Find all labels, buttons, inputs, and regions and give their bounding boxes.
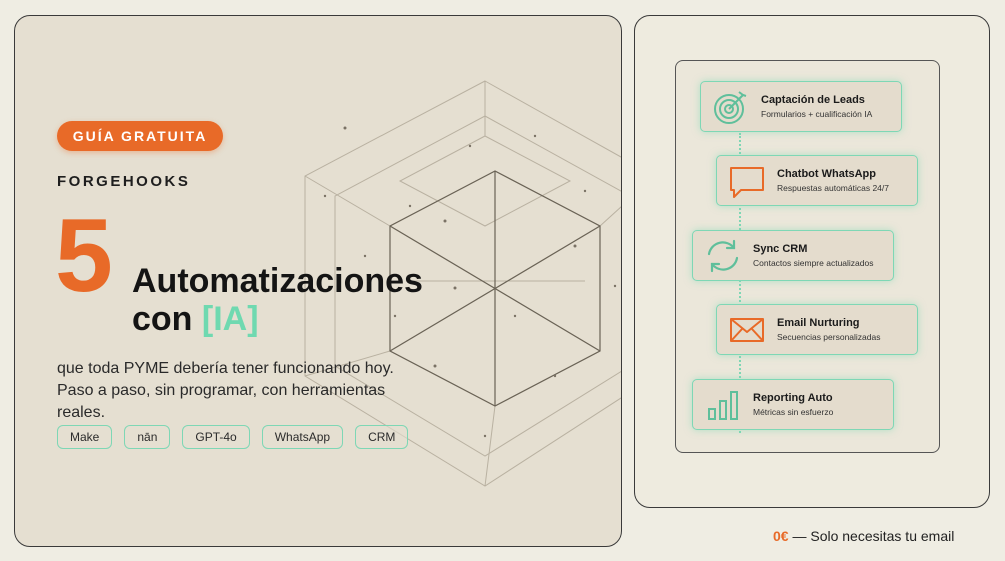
tag-gpt: GPT-4o (182, 425, 250, 449)
feature-auto-reporting: Reporting Auto Métricas sin esfuerzo (692, 379, 894, 430)
tag-crm: CRM (355, 425, 409, 449)
price-label: 0€ (773, 528, 789, 544)
feature-subtitle: Secuencias personalizadas (777, 332, 881, 342)
feature-subtitle: Métricas sin esfuerzo (753, 407, 834, 417)
brand-name: FORGEHOOKS (57, 173, 191, 190)
tag-make: Make (57, 425, 113, 449)
tool-tags: Make nān GPT-4o WhatsApp CRM (57, 425, 409, 449)
feature-title: Sync CRM (753, 243, 808, 255)
page-title: Automatizaciones con [IA] (132, 262, 423, 338)
feature-sync-crm: Sync CRM Contactos siempre actualizados (692, 230, 894, 281)
feature-whatsapp-chatbot: Chatbot WhatsApp Respuestas automáticas … (716, 155, 918, 206)
feature-lead-capture: Captación de Leads Formularios + cualifi… (700, 81, 902, 132)
free-guide-badge: GUÍA GRATUITA (57, 121, 223, 151)
feature-title: Email Nurturing (777, 317, 860, 329)
footer-text: — Solo necesitas tu email (788, 528, 955, 544)
feature-subtitle: Respuestas automáticas 24/7 (777, 183, 889, 193)
bar-chart-icon (708, 390, 738, 420)
headline-accent: [IA] (201, 300, 259, 338)
sync-icon (707, 239, 739, 272)
features-panel: Captación de Leads Formularios + cualifi… (675, 60, 940, 453)
big-number: 5 (55, 198, 113, 314)
headline-line-1: Automatizaciones (132, 262, 423, 300)
headline-prefix: con (132, 300, 202, 338)
target-icon (714, 90, 747, 124)
subtitle: que toda PYME debería tener funcionando … (57, 360, 394, 421)
feature-title: Captación de Leads (761, 94, 865, 106)
feature-subtitle: Contactos siempre actualizados (753, 258, 874, 268)
headline-line-2: con [IA] (132, 300, 423, 338)
hero-card: GUÍA GRATUITA FORGEHOOKS 5 Automatizacio… (14, 15, 622, 547)
feature-email-nurturing: Email Nurturing Secuencias personalizada… (716, 304, 918, 355)
features-card: Captación de Leads Formularios + cualifi… (634, 15, 990, 508)
footer-note: 0€ — Solo necesitas tu email (773, 528, 954, 544)
feature-subtitle: Formularios + cualificación IA (761, 109, 873, 119)
tag-whatsapp: WhatsApp (261, 425, 344, 449)
feature-title: Chatbot WhatsApp (777, 168, 876, 180)
feature-title: Reporting Auto (753, 392, 833, 404)
chat-bubble-icon (730, 166, 764, 198)
envelope-icon (730, 317, 764, 342)
tag-n8n: nān (124, 425, 171, 449)
